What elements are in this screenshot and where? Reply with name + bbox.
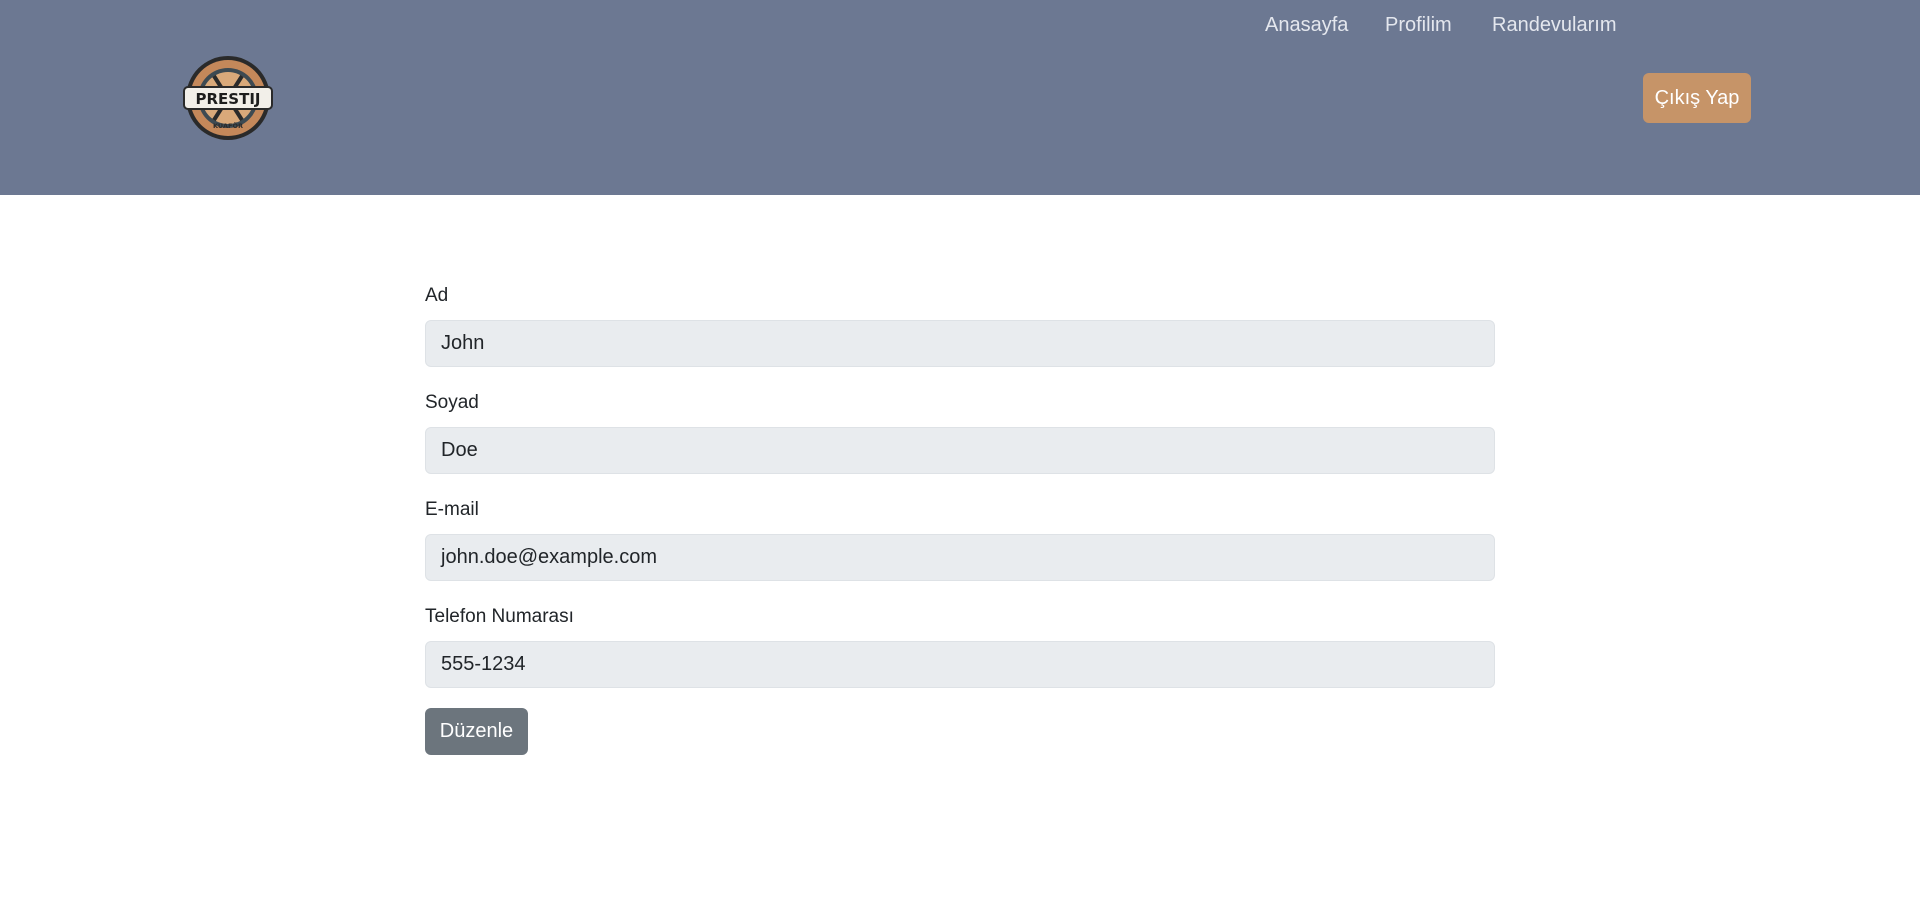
first-name-input[interactable]: John: [425, 320, 1495, 367]
email-input[interactable]: john.doe@example.com: [425, 534, 1495, 581]
first-name-label: Ad: [425, 285, 449, 306]
phone-input[interactable]: 555-1234: [425, 641, 1495, 688]
svg-text:PRESTIJ: PRESTIJ: [196, 90, 261, 108]
svg-text:KUAFÖR: KUAFÖR: [213, 121, 243, 130]
last-name-input[interactable]: Doe: [425, 427, 1495, 474]
nav-appointments-link[interactable]: Randevularım: [1492, 0, 1617, 50]
edit-button[interactable]: Düzenle: [425, 708, 528, 755]
prestij-logo[interactable]: PRESTIJ KUAFÖR: [178, 54, 278, 142]
logout-button[interactable]: Çıkış Yap: [1643, 73, 1751, 123]
logo-emblem-icon: PRESTIJ KUAFÖR: [183, 56, 273, 140]
last-name-label: Soyad: [425, 392, 479, 413]
nav-home-link[interactable]: Anasayfa: [1265, 0, 1348, 50]
email-label: E-mail: [425, 499, 479, 520]
phone-label: Telefon Numarası: [425, 606, 574, 627]
nav-profile-link[interactable]: Profilim: [1385, 0, 1452, 50]
top-navbar: PRESTIJ KUAFÖR Anasayfa Profilim Randevu…: [0, 0, 1920, 195]
